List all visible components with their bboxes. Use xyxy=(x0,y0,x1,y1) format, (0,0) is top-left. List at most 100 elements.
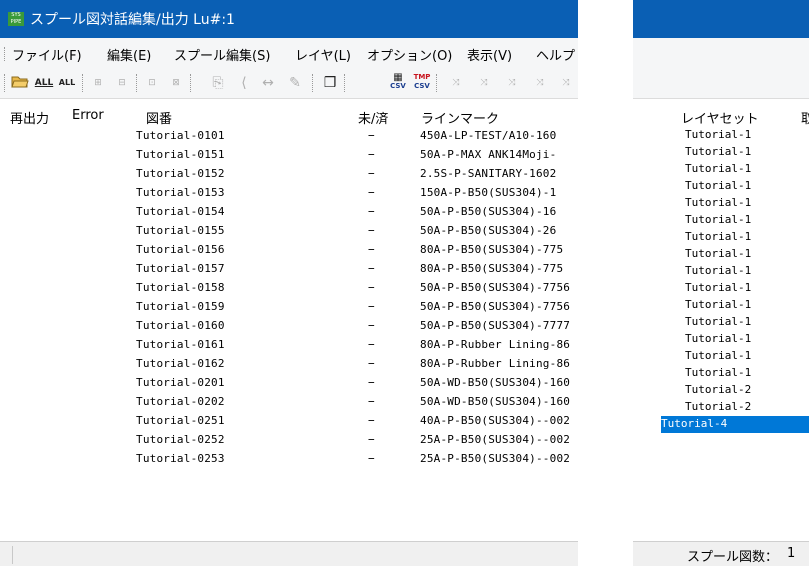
col-status[interactable]: 未/済 xyxy=(358,108,388,127)
cell-drawing-no: Tutorial-0201 xyxy=(136,376,225,389)
layer-set-row[interactable]: Tutorial-1 xyxy=(657,144,809,161)
col-linemark[interactable]: ラインマーク xyxy=(421,108,499,127)
cell-linemark: 80A-P-Rubber Lining-86 xyxy=(420,338,571,351)
cell-drawing-no: Tutorial-0154 xyxy=(136,205,225,218)
cell-drawing-no: Tutorial-0202 xyxy=(136,395,225,408)
cell-drawing-no: Tutorial-0157 xyxy=(136,262,225,275)
cell-status: − xyxy=(368,433,375,446)
col-layer-set[interactable]: レイヤセット xyxy=(681,108,759,127)
layer-set-row[interactable]: Tutorial-1 xyxy=(657,212,809,229)
menu-file[interactable]: ファイル(F) xyxy=(12,45,82,64)
copy-icon[interactable]: ⎘ xyxy=(208,73,228,93)
csv-label: CSV xyxy=(390,82,406,90)
layer-view-icon[interactable]: ⊡ xyxy=(142,73,162,93)
cell-linemark: 80A-P-B50(SUS304)-775 xyxy=(420,243,564,256)
cell-status: − xyxy=(368,205,375,218)
layer-set-row[interactable]: Tutorial-1 xyxy=(657,297,809,314)
layer-set-row[interactable]: Tutorial-1 xyxy=(657,127,809,144)
cube-icon[interactable]: ❒ xyxy=(320,73,340,93)
table-row[interactable]: Tutorial-0158 − 50A-P-B50(SUS304)-7756 xyxy=(0,279,578,298)
layer-set-row[interactable]: Tutorial-4 xyxy=(661,416,809,433)
cell-status: − xyxy=(368,281,375,294)
cell-layer-set: Tutorial-2 xyxy=(685,400,752,413)
title-bar[interactable]: SYS PIPE スプール図対話編集/出力 Lu#:1 xyxy=(0,0,578,38)
table-row[interactable]: Tutorial-0202 − 50A-WD-B50(SUS304)-160 xyxy=(0,393,578,412)
spool-list[interactable]: 再出力 Error 図番 未/済 ラインマーク Tutorial-0101 − 45… xyxy=(0,99,578,531)
table-row[interactable]: Tutorial-0101 − 450A-LP-TEST/A10-160 xyxy=(0,127,578,146)
col-drawing-no[interactable]: 図番 xyxy=(146,108,172,127)
cell-status: − xyxy=(368,262,375,275)
layer-set-row[interactable]: Tutorial-1 xyxy=(657,161,809,178)
tmp-label: TMP xyxy=(413,73,431,81)
col-reoutput[interactable]: 再出力 xyxy=(10,108,49,127)
table-row[interactable]: Tutorial-0156 − 80A-P-B50(SUS304)-775 xyxy=(0,241,578,260)
table-row[interactable]: Tutorial-0153 − 150A-P-B50(SUS304)-1 xyxy=(0,184,578,203)
csv-export-button[interactable]: ▦ CSV xyxy=(388,73,408,93)
table-row[interactable]: Tutorial-0154 − 50A-P-B50(SUS304)-16 xyxy=(0,203,578,222)
spool-editor-window: SYS PIPE スプール図対話編集/出力 Lu#:1 ファイル(F) 編集(E… xyxy=(0,0,578,566)
layer-view2-icon[interactable]: ⊠ xyxy=(166,73,186,93)
csv-variant2-icon[interactable]: ⤨ xyxy=(474,73,494,93)
table-row[interactable]: Tutorial-0152 − 2.5S-P-SANITARY-1602 xyxy=(0,165,578,184)
csv-variant4-icon[interactable]: ⤨ xyxy=(530,73,550,93)
layer-set-row[interactable]: Tutorial-2 xyxy=(657,399,809,416)
layer-set-row[interactable]: Tutorial-1 xyxy=(657,348,809,365)
layer-set-row[interactable]: Tutorial-1 xyxy=(657,246,809,263)
menu-option[interactable]: オプション(O) xyxy=(367,45,452,64)
layer-output-icon[interactable]: ⊞ xyxy=(88,73,108,93)
layer-set-row[interactable]: Tutorial-1 xyxy=(657,195,809,212)
table-row[interactable]: Tutorial-0151 − 50A-P-MAX ANK14Moji- xyxy=(0,146,578,165)
cell-linemark: 50A-P-B50(SUS304)-7756 xyxy=(420,300,571,313)
layer-set-row[interactable]: Tutorial-1 xyxy=(657,263,809,280)
table-row[interactable]: Tutorial-0159 − 50A-P-B50(SUS304)-7756 xyxy=(0,298,578,317)
table-row[interactable]: Tutorial-0162 − 80A-P-Rubber Lining-86 xyxy=(0,355,578,374)
dimension-icon[interactable]: ↔ xyxy=(258,73,278,93)
table-row[interactable]: Tutorial-0251 − 40A-P-B50(SUS304)--002 xyxy=(0,412,578,431)
tmp-csv-button[interactable]: TMP CSV xyxy=(412,73,432,93)
menu-help[interactable]: ヘルプ xyxy=(536,45,575,64)
cell-drawing-no: Tutorial-0158 xyxy=(136,281,225,294)
toolbar: ALL ALL ⊞ ⊟ ⊡ ⊠ ⎘ ⟨ ↔ ✎ ❒ ▦ CSV TMP CSV … xyxy=(0,68,578,99)
cell-status: − xyxy=(368,243,375,256)
cell-status: − xyxy=(368,167,375,180)
cell-drawing-no: Tutorial-0252 xyxy=(136,433,225,446)
table-row[interactable]: Tutorial-0155 − 50A-P-B50(SUS304)-26 xyxy=(0,222,578,241)
layer-set-row[interactable]: Tutorial-1 xyxy=(657,365,809,382)
open-folder-icon[interactable] xyxy=(10,73,30,93)
menu-edit[interactable]: 編集(E) xyxy=(107,45,151,64)
table-row[interactable]: Tutorial-0160 − 50A-P-B50(SUS304)-7777 xyxy=(0,317,578,336)
menu-spool-edit[interactable]: スプール編集(S) xyxy=(174,45,270,64)
side-toolbar-area xyxy=(633,38,809,99)
cell-layer-set: Tutorial-1 xyxy=(685,213,752,226)
deselect-all-button[interactable]: ALL xyxy=(57,73,77,93)
layer-set-row[interactable]: Tutorial-2 xyxy=(657,382,809,399)
layer-set-row[interactable]: Tutorial-1 xyxy=(657,331,809,348)
table-row[interactable]: Tutorial-0201 − 50A-WD-B50(SUS304)-160 xyxy=(0,374,578,393)
pipe-icon[interactable]: ⟨ xyxy=(234,73,254,93)
csv-variant5-icon[interactable]: ⤨ xyxy=(556,73,576,93)
select-all-button[interactable]: ALL xyxy=(34,73,54,93)
cell-layer-set: Tutorial-4 xyxy=(661,417,728,430)
col-error[interactable]: Error xyxy=(72,108,104,123)
layer-set-row[interactable]: Tutorial-1 xyxy=(657,314,809,331)
menu-layer[interactable]: レイヤ(L) xyxy=(295,45,351,64)
side-title-bar[interactable] xyxy=(633,0,809,38)
cell-drawing-no: Tutorial-0101 xyxy=(136,129,225,142)
cell-layer-set: Tutorial-1 xyxy=(685,230,752,243)
cell-linemark: 80A-P-B50(SUS304)-775 xyxy=(420,262,564,275)
layer-output2-icon[interactable]: ⊟ xyxy=(112,73,132,93)
menu-view[interactable]: 表示(V) xyxy=(467,45,512,64)
layer-set-row[interactable]: Tutorial-1 xyxy=(657,178,809,195)
layer-set-row[interactable]: Tutorial-1 xyxy=(657,229,809,246)
table-row[interactable]: Tutorial-0253 − 25A-P-B50(SUS304)--002 xyxy=(0,450,578,469)
annotation-icon[interactable]: ✎ xyxy=(285,73,305,93)
table-row[interactable]: Tutorial-0161 − 80A-P-Rubber Lining-86 xyxy=(0,336,578,355)
layer-set-row[interactable]: Tutorial-1 xyxy=(657,280,809,297)
col-take[interactable]: 取 xyxy=(801,108,809,127)
table-row[interactable]: Tutorial-0252 − 25A-P-B50(SUS304)--002 xyxy=(0,431,578,450)
csv-variant1-icon[interactable]: ⤨ xyxy=(446,73,466,93)
table-row[interactable]: Tutorial-0157 − 80A-P-B50(SUS304)-775 xyxy=(0,260,578,279)
cell-layer-set: Tutorial-1 xyxy=(685,281,752,294)
csv-variant3-icon[interactable]: ⤨ xyxy=(502,73,522,93)
layer-set-list[interactable]: レイヤセット 取 Tutorial-1 Tutorial-1 Tutorial-1 T… xyxy=(633,99,809,531)
